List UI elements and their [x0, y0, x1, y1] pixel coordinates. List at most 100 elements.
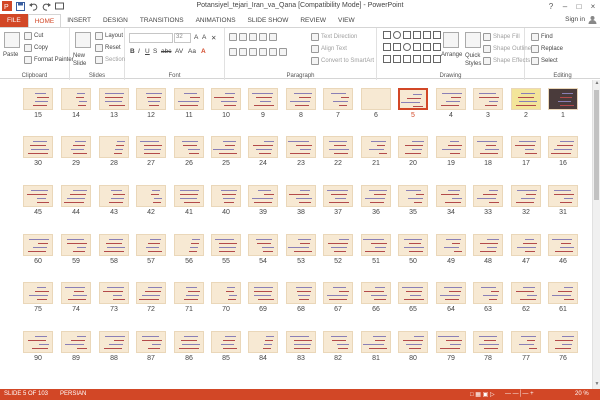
- slide-thumbnail[interactable]: 21: [361, 136, 391, 172]
- shape-outline-button[interactable]: Shape Outline: [483, 45, 531, 53]
- slide-thumbnail[interactable]: 36: [361, 185, 391, 221]
- slide-thumbnail[interactable]: 17: [511, 136, 541, 172]
- tab-view[interactable]: VIEW: [332, 14, 361, 27]
- underline-button[interactable]: U: [145, 48, 150, 55]
- slide-thumbnail[interactable]: 12: [136, 88, 166, 124]
- minimize-button[interactable]: –: [558, 0, 572, 12]
- slide-thumbnail[interactable]: 50: [398, 234, 428, 270]
- slide-thumbnail[interactable]: 42: [136, 185, 166, 221]
- tab-animations[interactable]: ANIMATIONS: [190, 14, 242, 27]
- slide-thumbnail[interactable]: 18: [473, 136, 503, 172]
- zoom-level[interactable]: 20 %: [575, 391, 589, 397]
- slide-thumbnail[interactable]: 39: [248, 185, 278, 221]
- slide-thumbnail[interactable]: 81: [361, 331, 391, 367]
- tab-insert[interactable]: INSERT: [61, 14, 97, 27]
- slide-thumbnail[interactable]: 69: [248, 282, 278, 318]
- slide-thumbnail[interactable]: 51: [361, 234, 391, 270]
- slide-thumbnail[interactable]: 54: [248, 234, 278, 270]
- quick-styles-icon[interactable]: [465, 32, 481, 48]
- slide-thumbnail[interactable]: 55: [211, 234, 241, 270]
- slide-thumbnail[interactable]: 79: [436, 331, 466, 367]
- tab-design[interactable]: DESIGN: [97, 14, 134, 27]
- shape-fill-button[interactable]: Shape Fill: [483, 33, 520, 41]
- slide-thumbnail[interactable]: 44: [61, 185, 91, 221]
- slide-thumbnail[interactable]: 4: [436, 88, 466, 124]
- slide-thumbnail[interactable]: 35: [398, 185, 428, 221]
- slide-thumbnail[interactable]: 88: [99, 331, 129, 367]
- view-buttons[interactable]: □ ▦ ▣ ▷: [470, 391, 495, 398]
- find-button[interactable]: Find: [531, 33, 553, 41]
- slide-thumbnail[interactable]: 77: [511, 331, 541, 367]
- language-indicator[interactable]: PERSIAN: [60, 391, 86, 397]
- slide-thumbnail[interactable]: 11: [174, 88, 204, 124]
- help-button[interactable]: ?: [544, 0, 558, 12]
- slide-thumbnail[interactable]: 64: [436, 282, 466, 318]
- shadow-button[interactable]: S: [153, 48, 157, 55]
- slide-thumbnail[interactable]: 19: [436, 136, 466, 172]
- reset-button[interactable]: Reset: [95, 44, 121, 52]
- text-direction-button[interactable]: Text Direction: [311, 33, 357, 41]
- slide-thumbnail[interactable]: 59: [61, 234, 91, 270]
- slide-thumbnail[interactable]: 38: [286, 185, 316, 221]
- slide-thumbnail[interactable]: 72: [136, 282, 166, 318]
- slide-thumbnail[interactable]: 43: [99, 185, 129, 221]
- replace-button[interactable]: Replace: [531, 45, 563, 53]
- slide-thumbnail[interactable]: 49: [436, 234, 466, 270]
- slide-thumbnail[interactable]: 78: [473, 331, 503, 367]
- vertical-scrollbar[interactable]: ▲ ▼: [592, 80, 600, 389]
- slide-thumbnail[interactable]: 47: [511, 234, 541, 270]
- slide-thumbnail[interactable]: 87: [136, 331, 166, 367]
- scrollbar-thumb[interactable]: [594, 90, 599, 200]
- bold-button[interactable]: B: [130, 48, 135, 55]
- slide-thumbnail[interactable]: 48: [473, 234, 503, 270]
- slide-thumbnail[interactable]: 85: [211, 331, 241, 367]
- slide-thumbnail[interactable]: 33: [473, 185, 503, 221]
- slide-thumbnail[interactable]: 45: [23, 185, 53, 221]
- clear-formatting-icon[interactable]: ✕: [211, 34, 216, 42]
- slide-thumbnail[interactable]: 60: [23, 234, 53, 270]
- tab-home[interactable]: HOME: [27, 14, 62, 27]
- shape-effects-button[interactable]: Shape Effects: [483, 57, 530, 65]
- slide-thumbnail[interactable]: 73: [99, 282, 129, 318]
- font-color-button[interactable]: A: [201, 48, 206, 55]
- slide-thumbnail[interactable]: 6: [361, 88, 391, 124]
- slide-thumbnail[interactable]: 37: [323, 185, 353, 221]
- slide-thumbnail[interactable]: 63: [473, 282, 503, 318]
- strikethrough-button[interactable]: abc: [161, 48, 171, 55]
- slide-thumbnail[interactable]: 83: [286, 331, 316, 367]
- close-button[interactable]: ×: [586, 0, 600, 12]
- select-button[interactable]: Select: [531, 57, 558, 65]
- slide-thumbnail[interactable]: 71: [174, 282, 204, 318]
- slide-thumbnail[interactable]: 67: [323, 282, 353, 318]
- slide-thumbnail[interactable]: 31: [548, 185, 578, 221]
- slide-thumbnail[interactable]: 82: [323, 331, 353, 367]
- quick-styles-button[interactable]: Quick Styles: [465, 52, 483, 68]
- arrange-icon[interactable]: [443, 32, 459, 48]
- slide-thumbnail[interactable]: 13: [99, 88, 129, 124]
- cut-button[interactable]: Cut: [24, 32, 43, 40]
- slide-thumbnail[interactable]: 84: [248, 331, 278, 367]
- slide-thumbnail[interactable]: 27: [136, 136, 166, 172]
- slide-thumbnail[interactable]: 40: [211, 185, 241, 221]
- slide-thumbnail[interactable]: 46: [548, 234, 578, 270]
- slide-thumbnail[interactable]: 52: [323, 234, 353, 270]
- scroll-down-icon[interactable]: ▼: [593, 381, 600, 389]
- slide-thumbnail[interactable]: 23: [286, 136, 316, 172]
- slide-thumbnail[interactable]: 56: [174, 234, 204, 270]
- slide-thumbnail[interactable]: 22: [323, 136, 353, 172]
- bullets-icon[interactable]: [229, 33, 277, 41]
- slide-thumbnail[interactable]: 16: [548, 136, 578, 172]
- slide-thumbnail[interactable]: 8: [286, 88, 316, 124]
- slide-thumbnail[interactable]: 28: [99, 136, 129, 172]
- sign-in-link[interactable]: Sign in: [565, 15, 597, 24]
- slide-thumbnail[interactable]: 10: [211, 88, 241, 124]
- slide-thumbnail[interactable]: 57: [136, 234, 166, 270]
- slide-thumbnail[interactable]: 76: [548, 331, 578, 367]
- slide-thumbnail[interactable]: 68: [286, 282, 316, 318]
- slide-thumbnail[interactable]: 66: [361, 282, 391, 318]
- slide-thumbnail[interactable]: 24: [248, 136, 278, 172]
- character-spacing-button[interactable]: AV: [175, 48, 183, 55]
- shapes-gallery[interactable]: [383, 31, 441, 65]
- maximize-button[interactable]: □: [572, 0, 586, 12]
- slide-thumbnail[interactable]: 30: [23, 136, 53, 172]
